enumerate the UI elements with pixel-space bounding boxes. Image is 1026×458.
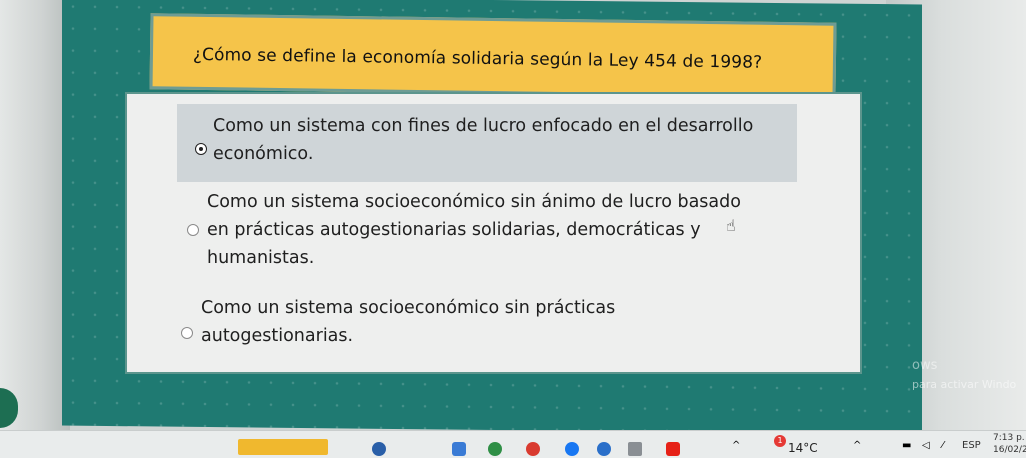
weather-badge: 1 <box>774 435 786 447</box>
answer-3-line-1: Como un sistema socioeconómico sin práct… <box>201 298 616 318</box>
radio-button-2[interactable] <box>187 224 199 236</box>
youtube-icon[interactable] <box>666 442 680 456</box>
question-card: ¿Cómo se define la economía solidaria se… <box>149 13 837 99</box>
answer-2-line-1: Como un sistema socioeconómico sin ánimo… <box>207 192 741 212</box>
app-icon-4[interactable] <box>526 442 540 456</box>
taskbar-search-box[interactable] <box>238 439 328 455</box>
wifi-icon[interactable]: ⁄ <box>942 440 944 451</box>
app-icon-6[interactable] <box>597 442 611 456</box>
radio-button-1[interactable] <box>195 143 207 155</box>
system-tray-chevron-icon[interactable]: ^ <box>853 440 861 451</box>
answer-2-line-3: humanistas. <box>207 248 315 268</box>
answer-1-line-1: Como un sistema con fines de lucro enfoc… <box>213 116 754 136</box>
answer-3-line-2: autogestionarias. <box>201 326 354 346</box>
question-text: ¿Cómo se define la economía solidaria se… <box>192 44 763 73</box>
taskbar: ^ 1 14°C ^ ▬ ◁ ⁄ ESP 7:13 p. 16/02/2 <box>0 430 1026 458</box>
clock-time[interactable]: 7:13 p. <box>993 433 1025 443</box>
answer-option-1[interactable]: Como un sistema con fines de lucro enfoc… <box>177 104 797 182</box>
volume-icon[interactable]: ◁ <box>922 440 930 451</box>
app-icon-2[interactable] <box>452 442 466 456</box>
monitor-bezel-left <box>0 0 70 457</box>
answer-1-line-2: económico. <box>213 144 314 164</box>
app-icon-3[interactable] <box>488 442 502 456</box>
facebook-icon[interactable] <box>565 442 579 456</box>
answer-option-3[interactable]: Como un sistema socioeconómico sin práct… <box>171 290 791 366</box>
chevron-up-icon[interactable]: ^ <box>732 440 740 451</box>
activation-watermark-text: para activar Windo <box>912 378 1017 391</box>
activation-watermark-title: ows <box>912 358 938 373</box>
app-icon-1[interactable] <box>372 442 386 456</box>
answer-option-2[interactable]: Como un sistema socioeconómico sin ánimo… <box>175 184 795 282</box>
gmail-icon[interactable] <box>628 442 642 456</box>
network-icon[interactable]: ▬ <box>902 440 911 451</box>
clock-date[interactable]: 16/02/2 <box>993 445 1026 455</box>
language-indicator[interactable]: ESP <box>962 440 981 451</box>
answer-2-line-2: en prácticas autogestionarias solidarias… <box>207 220 701 240</box>
temperature-text: 14°C <box>788 441 818 455</box>
radio-button-3[interactable] <box>181 327 193 339</box>
hand-cursor-icon: ☝ <box>726 216 736 235</box>
answers-card: Como un sistema con fines de lucro enfoc… <box>125 92 862 374</box>
